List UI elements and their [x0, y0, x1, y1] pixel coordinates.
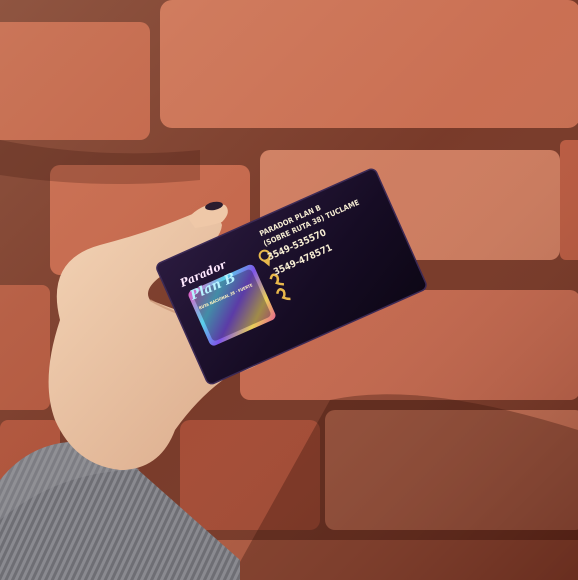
photo-scene: [0, 0, 578, 580]
